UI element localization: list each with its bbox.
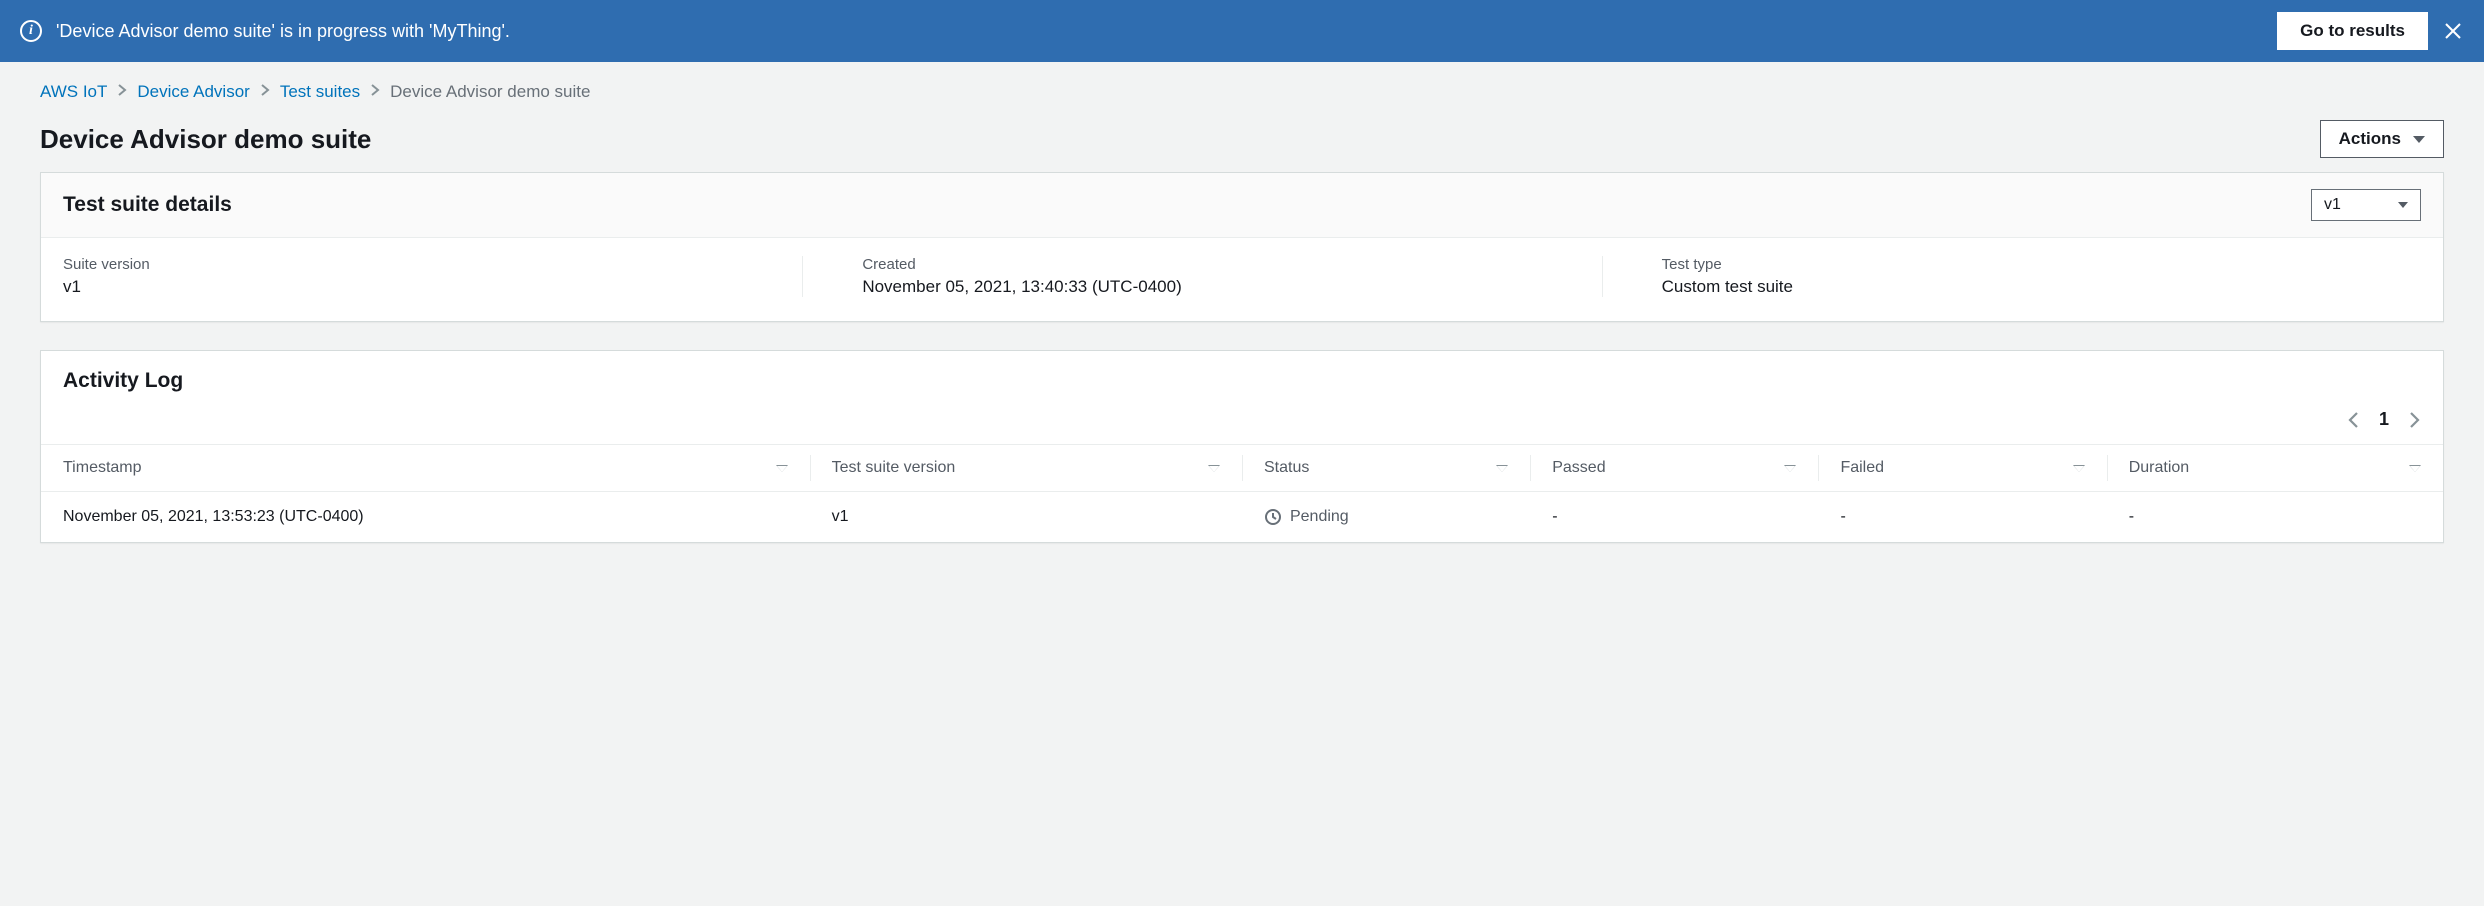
sort-icon xyxy=(776,465,788,472)
panel-title: Activity Log xyxy=(63,369,2421,393)
field-value: v1 xyxy=(63,277,802,297)
col-status[interactable]: Status xyxy=(1242,445,1530,492)
col-timestamp[interactable]: Timestamp xyxy=(41,445,810,492)
sort-icon xyxy=(1208,465,1220,472)
chevron-right-icon xyxy=(260,82,270,102)
breadcrumb-link[interactable]: Device Advisor xyxy=(137,82,249,102)
pagination: 1 xyxy=(41,399,2443,444)
field-label: Test type xyxy=(1662,256,2401,273)
cell-timestamp: November 05, 2021, 13:53:23 (UTC-0400) xyxy=(41,492,810,543)
sort-icon xyxy=(2073,465,2085,472)
version-select[interactable]: v1 xyxy=(2311,189,2421,221)
col-version[interactable]: Test suite version xyxy=(810,445,1242,492)
next-page-button[interactable] xyxy=(2407,410,2421,430)
field-value: Custom test suite xyxy=(1662,277,2401,297)
breadcrumb-current: Device Advisor demo suite xyxy=(390,82,590,102)
activity-table: Timestamp Test suite version Status Pass… xyxy=(41,444,2443,542)
sort-icon xyxy=(2409,465,2421,472)
prev-page-button[interactable] xyxy=(2347,410,2361,430)
cell-passed: - xyxy=(1530,492,1818,543)
caret-down-icon xyxy=(2398,202,2408,208)
panel-title: Test suite details xyxy=(63,193,2311,217)
field-value: November 05, 2021, 13:40:33 (UTC-0400) xyxy=(862,277,1601,297)
info-icon: i xyxy=(20,20,42,42)
sort-icon xyxy=(1784,465,1796,472)
col-failed[interactable]: Failed xyxy=(1818,445,2106,492)
chevron-right-icon xyxy=(370,82,380,102)
version-select-value: v1 xyxy=(2324,196,2341,214)
col-duration[interactable]: Duration xyxy=(2107,445,2443,492)
cell-version: v1 xyxy=(810,492,1242,543)
cell-status: Pending xyxy=(1242,492,1530,543)
go-to-results-button[interactable]: Go to results xyxy=(2277,12,2428,50)
breadcrumb: AWS IoT Device Advisor Test suites Devic… xyxy=(40,82,2444,102)
chevron-right-icon xyxy=(117,82,127,102)
notification-message: 'Device Advisor demo suite' is in progre… xyxy=(56,21,2263,42)
breadcrumb-link[interactable]: AWS IoT xyxy=(40,82,107,102)
notification-banner: i 'Device Advisor demo suite' is in prog… xyxy=(0,0,2484,62)
actions-label: Actions xyxy=(2339,129,2401,149)
test-suite-details-panel: Test suite details v1 Suite version v1 C… xyxy=(40,172,2444,322)
cell-failed: - xyxy=(1818,492,2106,543)
field-label: Created xyxy=(862,256,1601,273)
sort-icon xyxy=(1496,465,1508,472)
table-row[interactable]: November 05, 2021, 13:53:23 (UTC-0400) v… xyxy=(41,492,2443,543)
activity-log-panel: Activity Log 1 Timestamp Test suite vers… xyxy=(40,350,2444,543)
clock-icon xyxy=(1264,508,1282,526)
page-title: Device Advisor demo suite xyxy=(40,124,2320,155)
field-label: Suite version xyxy=(63,256,802,273)
cell-duration: - xyxy=(2107,492,2443,543)
actions-button[interactable]: Actions xyxy=(2320,120,2444,158)
col-passed[interactable]: Passed xyxy=(1530,445,1818,492)
caret-down-icon xyxy=(2413,136,2425,143)
page-number: 1 xyxy=(2379,409,2389,430)
breadcrumb-link[interactable]: Test suites xyxy=(280,82,360,102)
close-icon[interactable] xyxy=(2442,20,2464,42)
